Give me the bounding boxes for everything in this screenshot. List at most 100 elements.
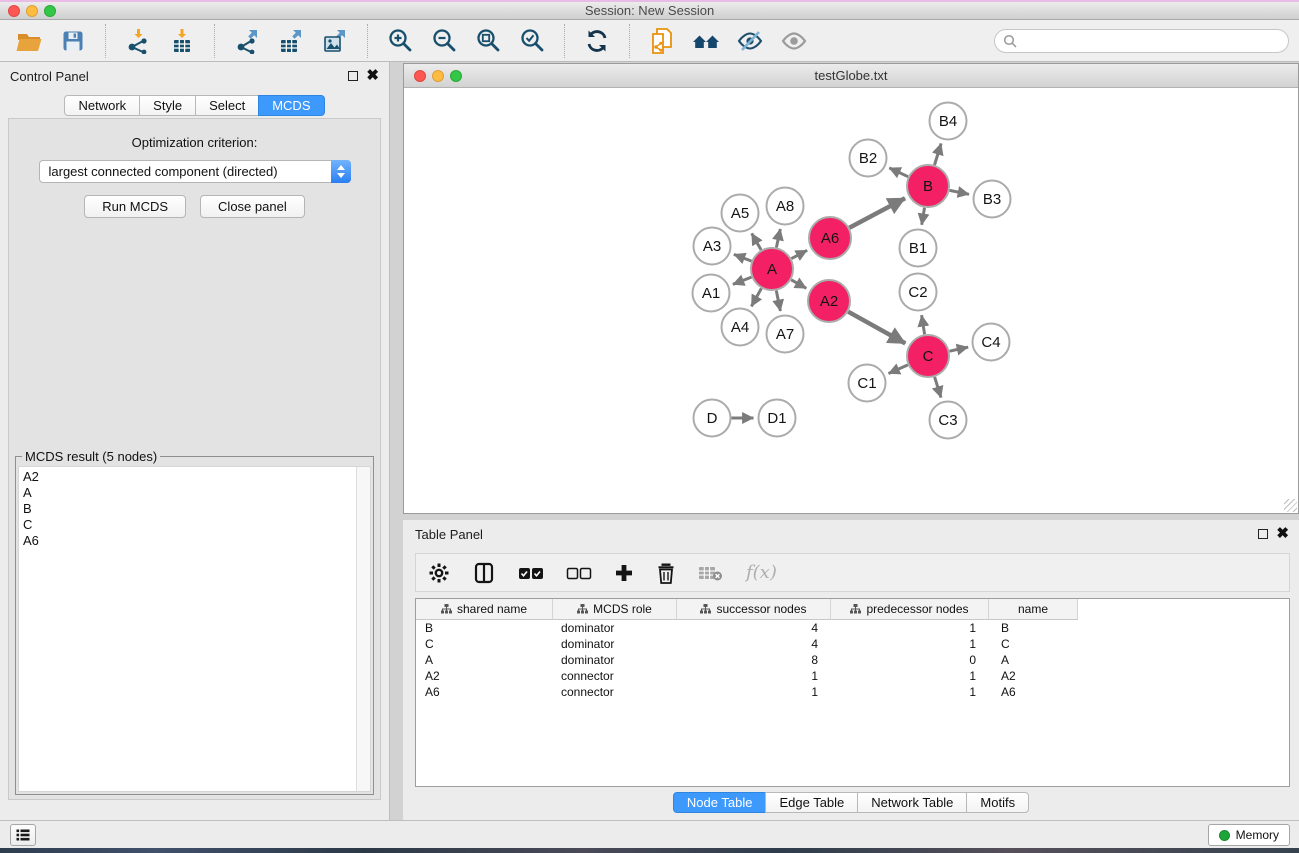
import-network-button[interactable] — [119, 24, 157, 58]
tab-edge-table[interactable]: Edge Table — [765, 792, 858, 813]
show-all-button[interactable] — [775, 24, 813, 58]
first-neighbors-button[interactable] — [687, 24, 725, 58]
two-houses-icon — [691, 29, 721, 53]
table-row[interactable]: A6 connector 1 1 A6 — [416, 684, 1289, 700]
edge-A-A4[interactable] — [751, 288, 761, 306]
node-label-B3: B3 — [983, 191, 1001, 208]
show-columns-button[interactable] — [472, 561, 496, 585]
edge-C-C3[interactable] — [935, 377, 941, 398]
edge-A6-B[interactable] — [849, 198, 905, 228]
zoom-in-button[interactable] — [381, 24, 419, 58]
edge-A-A6[interactable] — [791, 250, 807, 258]
tab-network[interactable]: Network — [64, 95, 140, 116]
zoom-window-button[interactable] — [44, 5, 56, 17]
result-item[interactable]: B — [19, 501, 370, 517]
minimize-network-window-button[interactable] — [432, 70, 444, 82]
open-session-button[interactable] — [10, 24, 48, 58]
edge-A-A8[interactable] — [776, 229, 780, 248]
result-item[interactable]: A2 — [19, 469, 370, 485]
node-label-A1: A1 — [702, 285, 720, 302]
memory-button[interactable]: Memory — [1208, 824, 1290, 846]
table-row[interactable]: C dominator 4 1 C — [416, 636, 1289, 652]
result-item[interactable]: A — [19, 485, 370, 501]
duplicate-network-button[interactable] — [643, 24, 681, 58]
import-table-icon — [169, 28, 195, 54]
mcds-result-list[interactable]: A2 A B C A6 — [18, 466, 371, 792]
control-panel: Control Panel ✖ Network Style Select MCD… — [0, 62, 390, 820]
edge-C-C1[interactable] — [889, 365, 908, 374]
tab-node-table[interactable]: Node Table — [673, 792, 767, 813]
edge-A-A2[interactable] — [791, 280, 806, 289]
node-label-B4: B4 — [939, 113, 957, 130]
deselect-all-rows-button[interactable] — [566, 566, 592, 580]
node-label-B2: B2 — [859, 150, 877, 167]
optimization-criterion-label: Optimization criterion: — [9, 135, 380, 150]
refresh-view-button[interactable] — [578, 24, 616, 58]
export-table-button[interactable] — [272, 24, 310, 58]
close-panel-button[interactable]: Close panel — [200, 195, 305, 218]
edge-B-B3[interactable] — [950, 190, 969, 194]
close-network-window-button[interactable] — [414, 70, 426, 82]
result-list-scrollbar[interactable] — [356, 467, 370, 791]
edge-B-B1[interactable] — [922, 208, 925, 225]
select-all-rows-button[interactable] — [518, 566, 544, 580]
add-column-button[interactable] — [614, 563, 634, 583]
network-window-titlebar[interactable]: testGlobe.txt — [404, 64, 1298, 88]
edge-B-B4[interactable] — [935, 144, 942, 166]
edge-A-A5[interactable] — [752, 233, 761, 250]
tab-motifs[interactable]: Motifs — [966, 792, 1029, 813]
export-network-button[interactable] — [228, 24, 266, 58]
edge-A2-C[interactable] — [848, 312, 905, 344]
delete-table-button[interactable] — [698, 563, 724, 583]
result-item[interactable]: A6 — [19, 533, 370, 549]
column-header-predecessor-nodes[interactable]: predecessor nodes — [831, 599, 989, 620]
export-image-button[interactable] — [316, 24, 354, 58]
zoom-out-button[interactable] — [425, 24, 463, 58]
column-header-mcds-role[interactable]: MCDS role — [553, 599, 677, 620]
edge-A-A3[interactable] — [734, 254, 752, 261]
tab-network-table[interactable]: Network Table — [857, 792, 967, 813]
table-row[interactable]: A dominator 8 0 A — [416, 652, 1289, 668]
hide-selected-button[interactable] — [731, 24, 769, 58]
column-header-successor-nodes[interactable]: successor nodes — [677, 599, 831, 620]
criterion-select[interactable]: largest connected component (directed) — [39, 160, 351, 183]
window-controls — [8, 5, 56, 17]
zoom-network-window-button[interactable] — [450, 70, 462, 82]
tab-style[interactable]: Style — [139, 95, 196, 116]
search-icon — [1003, 34, 1017, 48]
column-header-shared-name[interactable]: shared name — [416, 599, 553, 620]
main-area: Control Panel ✖ Network Style Select MCD… — [0, 62, 1299, 820]
edge-A-A7[interactable] — [776, 291, 780, 311]
edge-A-A1[interactable] — [733, 277, 752, 284]
table-header-row: shared name MCDS role successor nodes — [416, 599, 1289, 620]
close-table-panel-icon[interactable]: ✖ — [1276, 529, 1289, 539]
table-settings-button[interactable] — [428, 562, 450, 584]
network-canvas[interactable]: AA6A2BCA5A8A3A1A4A7B2B4B3B1C2C4C1C3DD1 — [404, 89, 1298, 513]
edge-C-C2[interactable] — [922, 315, 925, 334]
run-mcds-button[interactable]: Run MCDS — [84, 195, 186, 218]
table-row[interactable]: B dominator 4 1 B — [416, 620, 1289, 636]
import-table-button[interactable] — [163, 24, 201, 58]
tab-select[interactable]: Select — [195, 95, 259, 116]
close-window-button[interactable] — [8, 5, 20, 17]
function-builder-button[interactable]: f(x) — [746, 562, 777, 583]
delete-column-button[interactable] — [656, 562, 676, 584]
zoom-selected-button[interactable] — [513, 24, 551, 58]
show-panels-button[interactable] — [10, 824, 36, 846]
minimize-window-button[interactable] — [26, 5, 38, 17]
save-session-button[interactable] — [54, 24, 92, 58]
column-header-name[interactable]: name — [989, 599, 1078, 620]
network-window-controls — [414, 70, 462, 82]
tab-mcds[interactable]: MCDS — [258, 95, 324, 116]
close-panel-icon[interactable]: ✖ — [366, 71, 379, 81]
result-item[interactable]: C — [19, 517, 370, 533]
table-row[interactable]: A2 connector 1 1 A2 — [416, 668, 1289, 684]
float-panel-icon[interactable] — [348, 71, 358, 81]
float-table-panel-icon[interactable] — [1258, 529, 1268, 539]
window-resize-grip[interactable] — [1284, 499, 1297, 512]
search-input[interactable] — [1022, 33, 1280, 48]
zoom-fit-button[interactable] — [469, 24, 507, 58]
edge-B-B2[interactable] — [889, 168, 908, 177]
search-field[interactable] — [994, 29, 1289, 53]
edge-C-C4[interactable] — [950, 347, 969, 351]
